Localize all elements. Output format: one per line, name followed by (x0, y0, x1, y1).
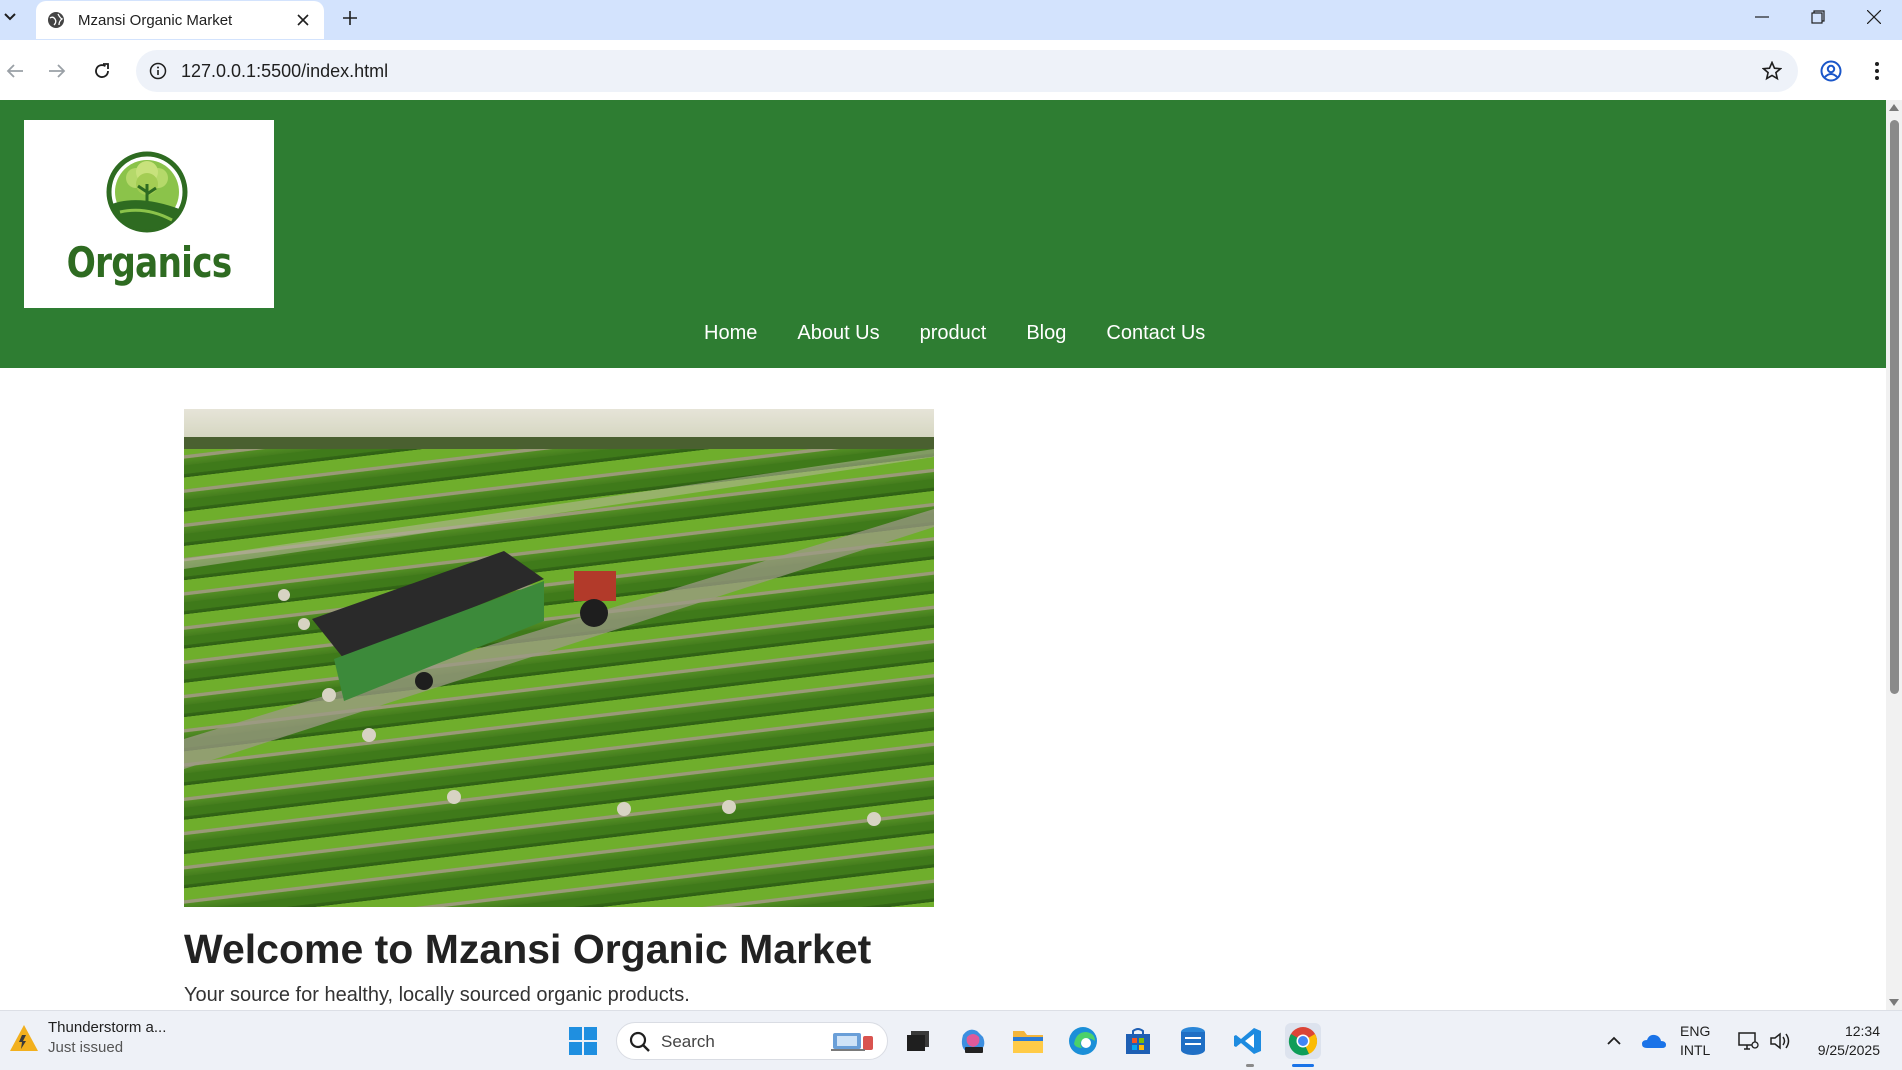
main-navigation: Home About Us product Blog Contact Us (684, 322, 1225, 345)
site-info-icon[interactable] (146, 59, 170, 83)
site-header: Organics Home About Us product Blog Cont… (0, 100, 1886, 368)
task-view-icon[interactable] (900, 1023, 936, 1059)
restore-icon[interactable] (1790, 0, 1846, 34)
page-scrollbar[interactable] (1886, 100, 1902, 1010)
nav-product[interactable]: product (900, 322, 1007, 345)
tab-title: Mzansi Organic Market (78, 11, 233, 29)
reload-icon[interactable] (87, 56, 117, 86)
address-bar[interactable]: 127.0.0.1:5500/index.html (136, 50, 1798, 92)
taskbar-search-box[interactable]: Search (616, 1022, 888, 1060)
file-explorer-icon[interactable] (1010, 1023, 1046, 1059)
nav-contact-us[interactable]: Contact Us (1086, 322, 1225, 345)
azure-data-studio-icon[interactable] (1175, 1023, 1211, 1059)
scroll-up-arrow-icon[interactable] (1889, 104, 1899, 111)
microsoft-store-icon[interactable] (1120, 1023, 1156, 1059)
search-placeholder: Search (661, 1032, 715, 1051)
tab-search-chevron-icon[interactable] (0, 6, 20, 28)
active-app-indicator (1292, 1064, 1314, 1067)
url-text: 127.0.0.1:5500/index.html (181, 61, 389, 81)
logo-wordmark: Organics (66, 238, 233, 287)
search-icon (629, 1031, 650, 1052)
clock-time: 12:34 (1844, 1023, 1880, 1039)
browser-menu-icon[interactable] (1862, 56, 1892, 86)
start-windows-icon[interactable] (565, 1023, 601, 1059)
onedrive-cloud-icon[interactable] (1636, 1023, 1672, 1059)
back-arrow-icon[interactable] (0, 56, 30, 86)
nav-about-us[interactable]: About Us (777, 322, 899, 345)
system-clock[interactable]: 12:34 9/25/2025 (1818, 1022, 1880, 1060)
nav-home[interactable]: Home (684, 322, 777, 345)
scroll-thumb[interactable] (1890, 120, 1899, 694)
profile-icon[interactable] (1816, 56, 1846, 86)
close-window-icon[interactable] (1846, 0, 1902, 34)
welcome-heading: Welcome to Mzansi Organic Market (184, 926, 872, 972)
site-logo[interactable]: Organics (24, 120, 274, 308)
forward-arrow-icon[interactable] (42, 56, 72, 86)
windows-taskbar: Thunderstorm a... Just issued Search ENG… (0, 1010, 1902, 1070)
vscode-icon[interactable] (1230, 1023, 1266, 1059)
browser-tab[interactable]: Mzansi Organic Market (36, 1, 324, 39)
notification-title: Thunderstorm a... (48, 1019, 167, 1036)
edge-browser-icon[interactable] (1065, 1023, 1101, 1059)
weather-warning-icon (8, 1022, 40, 1054)
chrome-browser-icon[interactable] (1285, 1023, 1321, 1059)
keyboard-layout: INTL (1680, 1042, 1711, 1058)
nav-blog[interactable]: Blog (1006, 322, 1086, 345)
weather-notification[interactable]: Thunderstorm a... Just issued (8, 1019, 166, 1056)
volume-icon[interactable] (1762, 1023, 1798, 1059)
bookmark-star-icon[interactable] (1760, 59, 1784, 83)
microsoft-365-copilot-icon[interactable] (955, 1023, 991, 1059)
minimize-icon[interactable] (1734, 0, 1790, 34)
globe-icon (46, 10, 66, 30)
new-tab-icon[interactable] (336, 4, 364, 32)
language-code: ENG (1680, 1023, 1711, 1039)
close-tab-icon[interactable] (292, 9, 314, 31)
page-viewport: Organics Home About Us product Blog Cont… (0, 100, 1886, 1010)
hero-farm-image (184, 409, 934, 907)
language-indicator[interactable]: ENG INTL (1680, 1022, 1710, 1060)
browser-tab-bar: Mzansi Organic Market (0, 0, 1902, 40)
scroll-down-arrow-icon[interactable] (1889, 999, 1899, 1006)
tagline-text: Your source for healthy, locally sourced… (184, 984, 690, 1006)
show-hidden-icons-chevron-icon[interactable] (1596, 1023, 1632, 1059)
clock-date: 9/25/2025 (1817, 1042, 1880, 1058)
search-highlight-icon (831, 1033, 873, 1051)
tree-logo-icon (106, 151, 188, 233)
notification-subtitle: Just issued (48, 1039, 124, 1056)
network-icon[interactable] (1730, 1023, 1766, 1059)
open-app-indicator (1246, 1064, 1254, 1067)
